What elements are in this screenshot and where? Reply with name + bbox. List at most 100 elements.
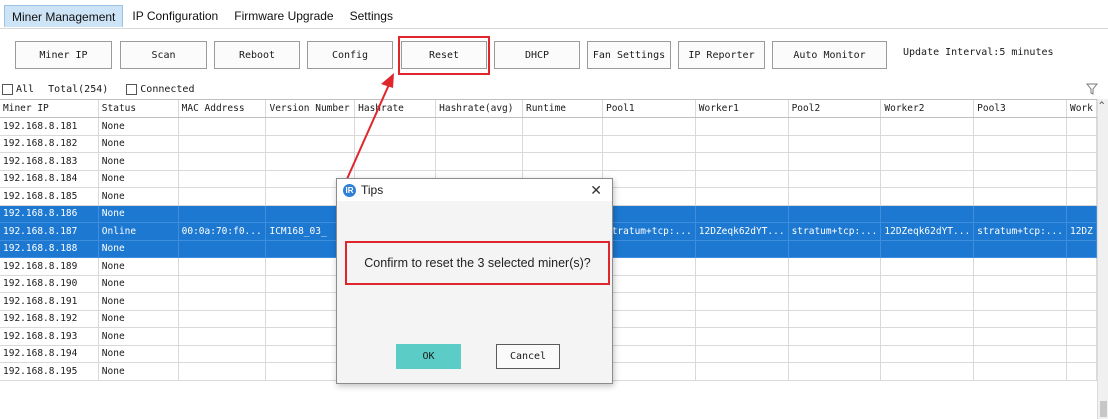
config-button[interactable]: Config: [307, 41, 393, 69]
column-header[interactable]: Work: [1066, 100, 1097, 118]
column-header[interactable]: Hashrate(avg): [435, 100, 523, 118]
table-cell-worker1: [695, 117, 789, 136]
table-cell-pool1: [602, 240, 696, 258]
column-header[interactable]: Miner IP: [0, 100, 99, 118]
column-header[interactable]: Status: [98, 100, 179, 118]
table-cell-pool3: [973, 135, 1067, 153]
table-cell-pool1: [602, 170, 696, 188]
close-icon[interactable]: ✕: [590, 182, 602, 199]
menu-bar: Miner Management IP Configuration Firmwa…: [0, 0, 1108, 27]
table-cell-worker1: [695, 240, 789, 258]
table-cell-pool2: [788, 117, 882, 136]
table-cell-worker2: [880, 362, 975, 381]
table-cell-worker1: [695, 327, 789, 346]
table-cell-worker3: 12DZ: [1066, 222, 1097, 241]
filter-icon[interactable]: [1085, 83, 1099, 98]
dialog-title-bar: IR Tips ✕: [337, 179, 612, 201]
table-cell-pool3: [973, 310, 1067, 328]
table-cell-pool1: [602, 345, 696, 363]
update-interval-label: Update Interval:5 minutes: [903, 47, 1054, 58]
table-cell-pool1: [602, 310, 696, 328]
dhcp-button[interactable]: DHCP: [494, 41, 580, 69]
table-cell-pool1: [602, 292, 696, 311]
fan-settings-button[interactable]: Fan Settings: [587, 41, 671, 69]
reset-button[interactable]: Reset: [401, 41, 487, 69]
table-cell-pool1: [602, 205, 696, 223]
app-logo-icon: IR: [343, 183, 356, 197]
table-cell-mac: [178, 240, 267, 258]
menu-firmware-upgrade[interactable]: Firmware Upgrade: [227, 5, 340, 27]
miner-ip-button[interactable]: Miner IP: [15, 41, 112, 69]
table-cell-pool3: [973, 187, 1067, 206]
table-cell-worker2: 12DZeqk62dYT...: [880, 222, 975, 241]
table-cell-status: None: [98, 117, 179, 136]
table-cell-worker1: [695, 187, 789, 206]
table-cell-status: None: [98, 135, 179, 153]
menu-miner-management[interactable]: Miner Management: [4, 5, 124, 27]
table-cell-status: None: [98, 275, 179, 293]
table-cell-pool2: [788, 362, 882, 381]
toolbar: Miner IP Scan Reboot Config Reset DHCP F…: [0, 28, 1108, 80]
column-header[interactable]: Pool2: [788, 100, 882, 118]
table-cell-hashrate-avg: [435, 152, 523, 171]
connected-checkbox[interactable]: [126, 84, 138, 95]
table-row[interactable]: 192.168.8.181 None: [0, 117, 1097, 136]
column-header[interactable]: Pool3: [973, 100, 1067, 118]
table-cell-ip: 192.168.8.186: [0, 205, 99, 223]
scrollbar-thumb[interactable]: [1100, 401, 1107, 417]
table-cell-status: None: [98, 152, 179, 171]
menu-settings[interactable]: Settings: [343, 5, 400, 27]
table-cell-runtime: [522, 135, 603, 153]
table-cell-worker2: [880, 310, 975, 328]
column-header[interactable]: Runtime: [522, 100, 603, 118]
reboot-button[interactable]: Reboot: [214, 41, 300, 69]
column-header[interactable]: Hashrate: [354, 100, 437, 118]
table-cell-mac: [178, 257, 267, 276]
ip-reporter-button[interactable]: IP Reporter: [678, 41, 765, 69]
table-cell-pool2: [788, 135, 882, 153]
table-cell-pool2: [788, 275, 882, 293]
table-cell-worker1: [695, 362, 789, 381]
table-row[interactable]: 192.168.8.183 None: [0, 152, 1097, 171]
table-cell-worker2: [880, 135, 975, 153]
table-cell-worker2: [880, 170, 975, 188]
table-cell-pool2: [788, 345, 882, 363]
table-cell-worker3: [1066, 187, 1097, 206]
column-header[interactable]: MAC Address: [178, 100, 267, 118]
table-cell-worker2: [880, 240, 975, 258]
table-cell-worker3: [1066, 345, 1097, 363]
table-cell-worker1: [695, 135, 789, 153]
table-cell-worker1: [695, 275, 789, 293]
table-cell-pool2: [788, 205, 882, 223]
table-cell-status: None: [98, 240, 179, 258]
column-header[interactable]: Version Number: [265, 100, 356, 118]
table-cell-pool3: [973, 275, 1067, 293]
table-cell-pool2: stratum+tcp:...: [788, 222, 882, 241]
column-header[interactable]: Pool1: [602, 100, 696, 118]
table-cell-pool2: [788, 327, 882, 346]
table-cell-pool3: [973, 152, 1067, 171]
table-cell-worker2: [880, 187, 975, 206]
table-cell-runtime: [522, 152, 603, 171]
cancel-button[interactable]: Cancel: [496, 344, 560, 369]
table-cell-ip: 192.168.8.193: [0, 327, 99, 346]
menu-ip-configuration[interactable]: IP Configuration: [125, 5, 225, 27]
ok-button[interactable]: OK: [396, 344, 461, 369]
all-checkbox[interactable]: [2, 84, 13, 95]
table-cell-mac: [178, 170, 267, 188]
vertical-scrollbar[interactable]: ^: [1097, 99, 1108, 419]
column-header[interactable]: Worker2: [880, 100, 975, 118]
table-cell-ip: 192.168.8.195: [0, 362, 99, 381]
column-header[interactable]: Worker1: [695, 100, 789, 118]
table-cell-pool2: [788, 170, 882, 188]
scan-button[interactable]: Scan: [120, 41, 207, 69]
table-cell-pool1: [602, 117, 696, 136]
table-row[interactable]: 192.168.8.182 None: [0, 135, 1097, 153]
scroll-up-icon[interactable]: ^: [1099, 101, 1104, 111]
auto-monitor-button[interactable]: Auto Monitor: [772, 41, 887, 69]
table-cell-pool3: [973, 345, 1067, 363]
table-cell-worker2: [880, 292, 975, 311]
table-cell-worker1: [695, 170, 789, 188]
table-cell-worker2: [880, 327, 975, 346]
table-cell-status: None: [98, 345, 179, 363]
